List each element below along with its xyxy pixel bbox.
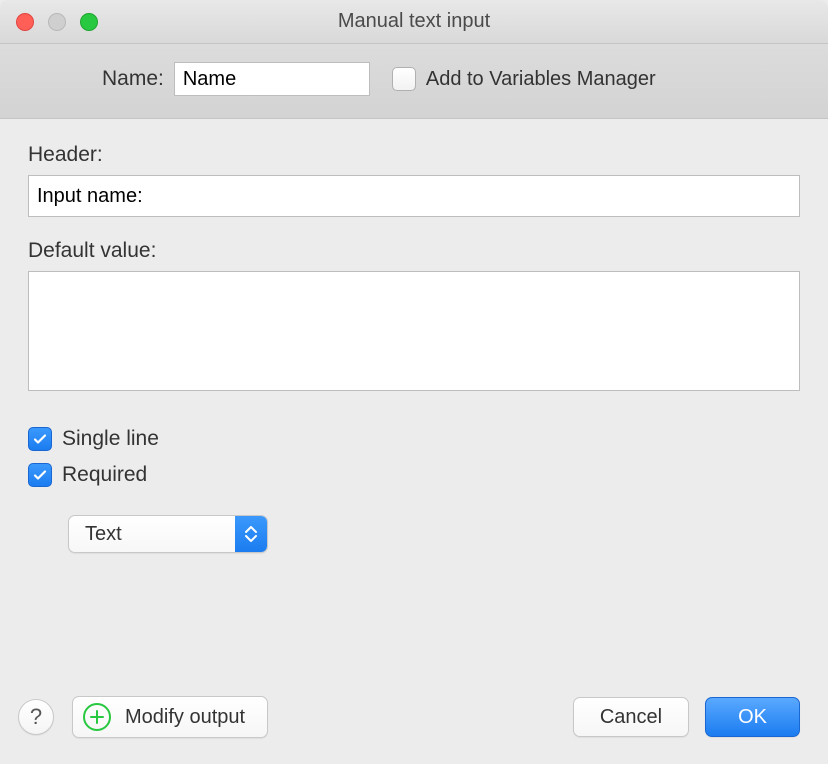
type-select-value: Text xyxy=(85,523,122,546)
name-input[interactable] xyxy=(174,62,370,96)
add-to-vars-label: Add to Variables Manager xyxy=(426,68,656,91)
required-checkbox[interactable] xyxy=(28,463,52,487)
window-title: Manual text input xyxy=(0,10,828,33)
stepper-arrows-icon xyxy=(235,516,267,552)
modify-output-label: Modify output xyxy=(125,706,245,729)
check-icon xyxy=(32,467,48,483)
ok-button[interactable]: OK xyxy=(705,697,800,737)
required-label: Required xyxy=(62,463,147,487)
chevron-up-icon xyxy=(245,526,257,533)
window-controls xyxy=(0,13,98,31)
titlebar: Manual text input xyxy=(0,0,828,44)
single-line-row[interactable]: Single line xyxy=(28,427,800,451)
header-bar: Name: Add to Variables Manager xyxy=(0,44,828,119)
default-value-label: Default value: xyxy=(28,239,800,263)
plus-icon xyxy=(83,703,111,731)
close-icon[interactable] xyxy=(16,13,34,31)
minimize-icon[interactable] xyxy=(48,13,66,31)
name-label: Name: xyxy=(102,67,164,91)
modify-output-button[interactable]: Modify output xyxy=(72,696,268,738)
single-line-checkbox[interactable] xyxy=(28,427,52,451)
dialog-window: Manual text input Name: Add to Variables… xyxy=(0,0,828,764)
add-to-vars-row[interactable]: Add to Variables Manager xyxy=(392,67,656,91)
maximize-icon[interactable] xyxy=(80,13,98,31)
header-field-label: Header: xyxy=(28,143,800,167)
add-to-vars-checkbox[interactable] xyxy=(392,67,416,91)
help-button[interactable]: ? xyxy=(18,699,54,735)
required-row[interactable]: Required xyxy=(28,463,800,487)
single-line-label: Single line xyxy=(62,427,159,451)
header-field-input[interactable] xyxy=(28,175,800,217)
body-area: Header: Default value: Single line Requi… xyxy=(0,119,828,682)
type-select-wrap[interactable]: Text xyxy=(68,515,268,553)
type-select[interactable]: Text xyxy=(68,515,268,553)
help-label: ? xyxy=(30,704,42,730)
default-value-input[interactable] xyxy=(28,271,800,391)
footer: ? Modify output Cancel OK xyxy=(0,682,828,764)
check-icon xyxy=(32,431,48,447)
cancel-button[interactable]: Cancel xyxy=(573,697,689,737)
chevron-down-icon xyxy=(245,535,257,542)
